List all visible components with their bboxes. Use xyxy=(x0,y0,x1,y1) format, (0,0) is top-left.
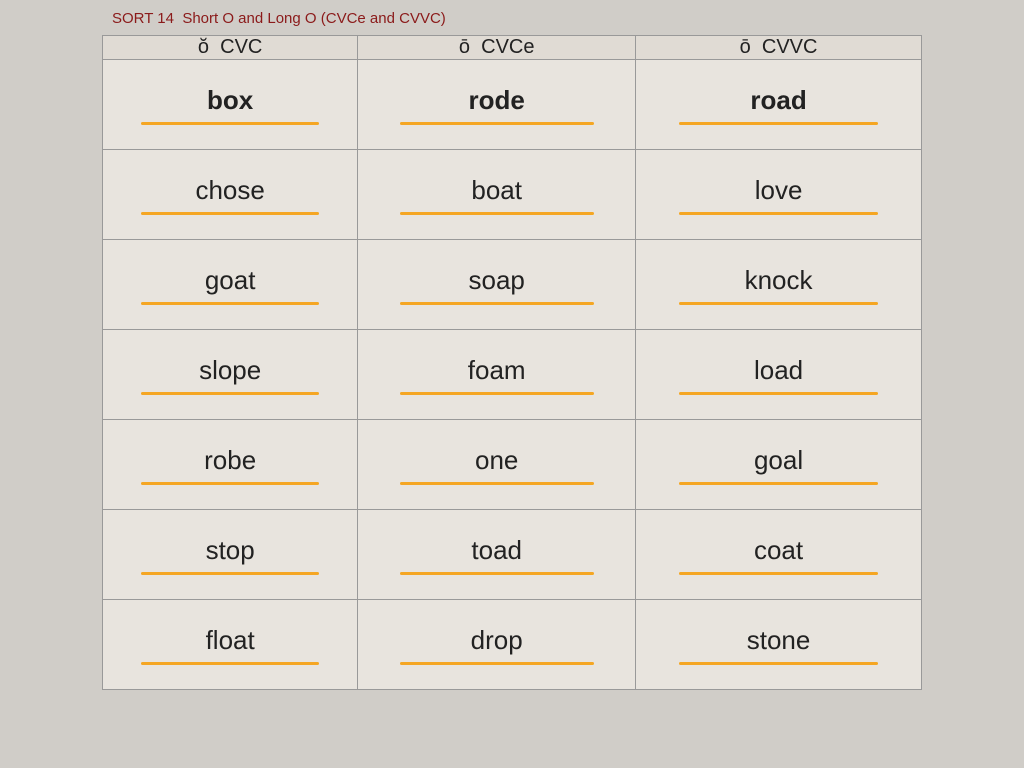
word-cell: one xyxy=(358,420,636,510)
table-row: choseboatlove xyxy=(103,150,922,240)
word-text: rode xyxy=(358,85,635,116)
word-underline xyxy=(679,392,878,395)
word-text: chose xyxy=(103,175,357,206)
word-underline xyxy=(679,572,878,575)
table-row: floatdropstone xyxy=(103,600,922,690)
word-cell: soap xyxy=(358,240,636,330)
word-underline xyxy=(679,302,878,305)
word-underline xyxy=(141,122,319,125)
word-text: goal xyxy=(636,445,921,476)
word-text: robe xyxy=(103,445,357,476)
word-cell: road xyxy=(636,60,922,150)
word-underline xyxy=(400,212,594,215)
word-underline xyxy=(400,392,594,395)
word-cell: love xyxy=(636,150,922,240)
column-header-col3: ō CVVC xyxy=(636,36,922,60)
word-underline xyxy=(141,482,319,485)
word-cell: robe xyxy=(103,420,358,510)
word-underline xyxy=(679,212,878,215)
word-text: love xyxy=(636,175,921,206)
word-text: toad xyxy=(358,535,635,566)
word-cell: slope xyxy=(103,330,358,420)
word-underline xyxy=(141,302,319,305)
word-cell: stop xyxy=(103,510,358,600)
word-text: boat xyxy=(358,175,635,206)
word-underline xyxy=(400,302,594,305)
word-underline xyxy=(141,212,319,215)
word-underline xyxy=(141,572,319,575)
table-row: boxroderoad xyxy=(103,60,922,150)
table-row: goatsoapknock xyxy=(103,240,922,330)
word-cell: chose xyxy=(103,150,358,240)
word-cell: foam xyxy=(358,330,636,420)
header-pattern: CVC xyxy=(220,36,262,58)
word-underline xyxy=(400,482,594,485)
word-cell: toad xyxy=(358,510,636,600)
column-header-col2: ō CVCe xyxy=(358,36,636,60)
word-underline xyxy=(679,122,878,125)
word-text: float xyxy=(103,625,357,656)
table-row: robeonegoal xyxy=(103,420,922,510)
word-text: knock xyxy=(636,265,921,296)
word-cell: goat xyxy=(103,240,358,330)
word-text: load xyxy=(636,355,921,386)
word-cell: goal xyxy=(636,420,922,510)
column-header-col1: ŏ CVC xyxy=(103,36,358,60)
word-cell: drop xyxy=(358,600,636,690)
table-row: stoptoadcoat xyxy=(103,510,922,600)
word-cell: stone xyxy=(636,600,922,690)
header-diacritic: ŏ xyxy=(198,36,209,58)
word-text: foam xyxy=(358,355,635,386)
word-cell: boat xyxy=(358,150,636,240)
word-text: stop xyxy=(103,535,357,566)
header-diacritic: ō xyxy=(459,36,470,58)
word-cell: knock xyxy=(636,240,922,330)
word-underline xyxy=(400,122,594,125)
page-title: SORT 14 Short O and Long O (CVCe and CVV… xyxy=(102,10,922,27)
word-text: coat xyxy=(636,535,921,566)
sort-table: ŏ CVCō CVCeō CVVC boxroderoadchoseboatlo… xyxy=(102,35,922,690)
header-pattern: CVVC xyxy=(762,36,818,58)
word-underline xyxy=(141,392,319,395)
word-cell: box xyxy=(103,60,358,150)
header-pattern: CVCe xyxy=(481,36,534,58)
word-text: stone xyxy=(636,625,921,656)
word-underline xyxy=(141,662,319,665)
word-cell: load xyxy=(636,330,922,420)
word-cell: coat xyxy=(636,510,922,600)
word-cell: float xyxy=(103,600,358,690)
word-underline xyxy=(679,482,878,485)
word-text: box xyxy=(103,85,357,116)
word-underline xyxy=(400,572,594,575)
word-text: slope xyxy=(103,355,357,386)
word-underline xyxy=(679,662,878,665)
word-underline xyxy=(400,662,594,665)
word-text: soap xyxy=(358,265,635,296)
word-text: goat xyxy=(103,265,357,296)
word-text: drop xyxy=(358,625,635,656)
word-text: one xyxy=(358,445,635,476)
header-diacritic: ō xyxy=(740,36,751,58)
word-text: road xyxy=(636,85,921,116)
word-cell: rode xyxy=(358,60,636,150)
table-row: slopefoamload xyxy=(103,330,922,420)
